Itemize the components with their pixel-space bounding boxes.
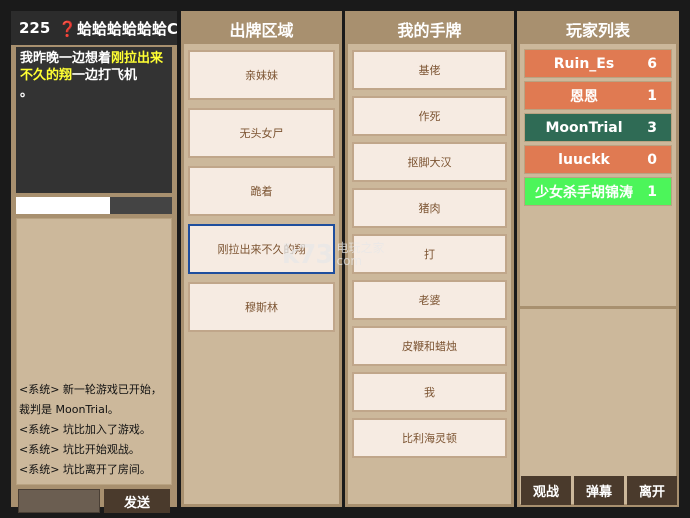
question-text-part3: 。 [20,85,34,100]
timer-bar-fill [16,197,110,214]
leave-button[interactable]: 离开 [627,476,677,505]
player-name: 少女杀手胡锦涛 [535,184,633,201]
chat-message: <系统> 新一轮游戏已开始， [19,383,162,396]
play-area-panel: 出牌区域 亲妹妹无头女尸跪着刚拉出来不久的翔 穆斯林 [181,11,342,507]
played-card[interactable]: 跪着 [188,166,335,216]
play-area-title: 出牌区域 [184,14,339,44]
chat-message: 裁判是 MoonTrial。 [19,403,119,416]
player-name: luuckk [558,151,610,168]
chat-log: <系统> 新一轮游戏已开始， 裁判是 MoonTrial。 <系统> 坑比加入了游戏… [16,218,172,485]
hand-panel: 我的手牌 基佬作死抠脚大汉猪肉打老婆皮鞭和蜡烛我比利海灵顿 [345,11,514,507]
round-counter: 225 [19,19,51,37]
watch-button[interactable]: 观战 [521,476,571,505]
player-score: 1 [647,183,657,200]
question-panel: 225 ❓蛤蛤蛤蛤蛤蛤C 我昨晚一边想着刚拉出来不久的翔一边打飞机。 <系统> … [11,11,177,513]
chat-input[interactable] [18,489,100,513]
player-name: 恩恩 [570,88,598,105]
player-row[interactable]: MoonTrial 3 [524,113,672,142]
danmaku-button[interactable]: 弹幕 [574,476,624,505]
question-title: ❓蛤蛤蛤蛤蛤蛤C [58,19,177,38]
send-button[interactable]: 发送 [104,489,170,513]
player-row[interactable]: luuckk 0 [524,145,672,174]
played-card[interactable]: 亲妹妹 [188,50,335,100]
player-row[interactable]: Ruin_Es 6 [524,49,672,78]
player-row[interactable]: 恩恩 1 [524,81,672,110]
player-score: 0 [647,151,657,168]
hand-card[interactable]: 老婆 [352,280,507,320]
player-score: 3 [647,119,657,136]
hand-card[interactable]: 皮鞭和蜡烛 [352,326,507,366]
chat-message: <系统> 坑比开始观战。 [19,443,140,456]
hand-card[interactable]: 比利海灵顿 [352,418,507,458]
players-panel: 玩家列表 Ruin_Es 6 恩恩 1 MoonTrial 3 luuckk 0 少女杀手胡锦涛… [517,11,679,507]
hand-card[interactable]: 抠脚大汉 [352,142,507,182]
question-header: 225 ❓蛤蛤蛤蛤蛤蛤C [11,11,177,45]
player-name: Ruin_Es [553,55,615,72]
players-info-area [520,309,676,471]
chat-message: <系统> 坑比离开了房间。 [19,463,151,476]
players-title: 玩家列表 [520,14,676,44]
hand-card[interactable]: 基佬 [352,50,507,90]
question-text-part2: 一边打飞机 [72,68,138,83]
question-card: 我昨晚一边想着刚拉出来不久的翔一边打飞机。 [16,47,172,193]
player-row[interactable]: 少女杀手胡锦涛 1 [524,177,672,206]
question-text-part1: 我昨晚一边想着 [20,51,112,66]
played-card[interactable]: 穆斯林 [188,282,335,332]
player-name: MoonTrial [545,119,623,136]
played-card[interactable]: 刚拉出来不久的翔 [188,224,335,274]
player-score: 6 [647,55,657,72]
timer-bar [16,197,172,214]
hand-card[interactable]: 作死 [352,96,507,136]
hand-card[interactable]: 打 [352,234,507,274]
hand-card[interactable]: 我 [352,372,507,412]
hand-title: 我的手牌 [348,14,511,44]
player-score: 1 [647,87,657,104]
played-card[interactable]: 无头女尸 [188,108,335,158]
chat-message: <系统> 坑比加入了游戏。 [19,423,151,436]
hand-card[interactable]: 猪肉 [352,188,507,228]
